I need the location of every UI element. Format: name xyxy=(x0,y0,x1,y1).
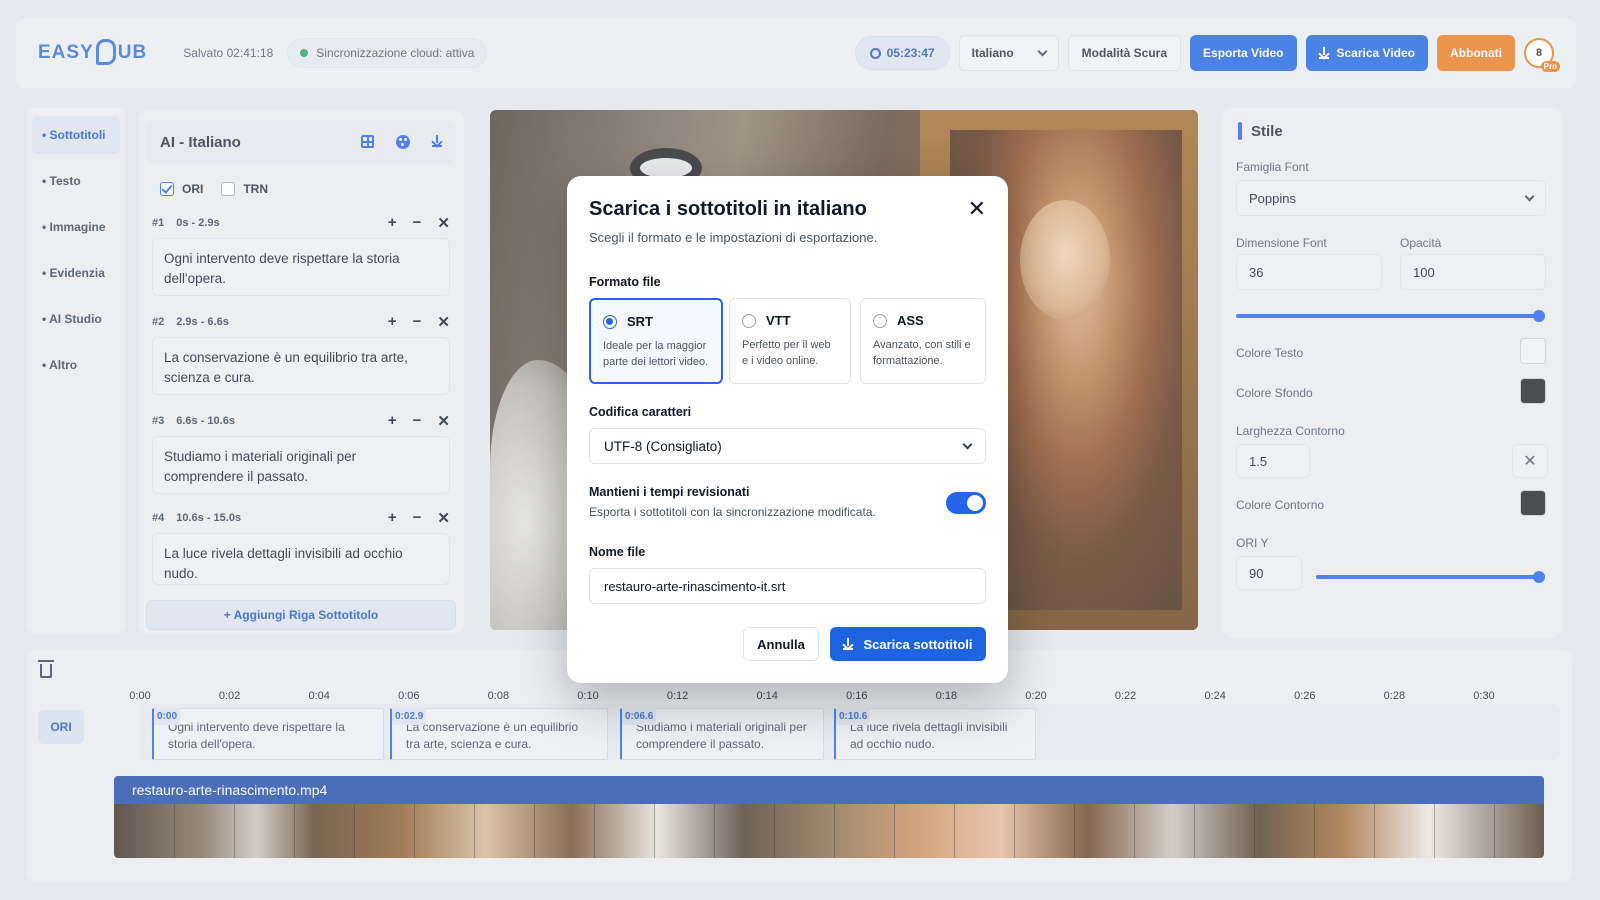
radio-empty-icon xyxy=(873,313,887,328)
keep-timing-desc: Esporta i sottotitoli con la sincronizza… xyxy=(589,505,876,519)
download-icon xyxy=(843,638,854,650)
dialog-subtitle: Scegli il formato e le impostazioni di e… xyxy=(589,230,878,245)
keep-timing-toggle[interactable] xyxy=(946,492,986,514)
radio-empty-icon xyxy=(742,313,756,328)
format-option-ass[interactable]: ASS Avanzato, con stili e formattazione. xyxy=(860,298,986,384)
filename-input[interactable]: restauro-arte-rinascimento-it.srt xyxy=(589,568,986,604)
cancel-button[interactable]: Annulla xyxy=(743,627,819,661)
encoding-value: UTF-8 (Consigliato) xyxy=(604,438,722,454)
radio-selected-icon xyxy=(603,314,617,329)
format-option-vtt[interactable]: VTT Perfetto per il web e i video online… xyxy=(729,298,851,384)
format-desc: Perfetto per il web e i video online. xyxy=(742,339,831,367)
format-name: SRT xyxy=(627,314,653,329)
download-subtitles-dialog: Scarica i sottotitoli in italiano Scegli… xyxy=(567,176,1008,683)
keep-timing-label: Mantieni i tempi revisionati xyxy=(589,485,750,499)
format-option-srt[interactable]: SRT Ideale per la maggior parte dei lett… xyxy=(589,298,723,384)
format-desc: Ideale per la maggior parte dei lettori … xyxy=(603,340,709,368)
encoding-select[interactable]: UTF-8 (Consigliato) xyxy=(589,428,986,464)
chevron-down-icon xyxy=(962,439,973,449)
encoding-label: Codifica caratteri xyxy=(589,405,692,419)
format-label: Formato file xyxy=(589,275,661,289)
close-icon[interactable]: ✕ xyxy=(968,196,986,222)
format-name: ASS xyxy=(897,313,924,328)
filename-label: Nome file xyxy=(589,545,646,559)
format-desc: Avanzato, con stili e formattazione. xyxy=(873,339,971,367)
download-subtitles-label: Scarica sottotitoli xyxy=(863,636,973,652)
download-subtitles-button[interactable]: Scarica sottotitoli xyxy=(830,627,986,661)
dialog-title: Scarica i sottotitoli in italiano xyxy=(589,198,867,220)
format-name: VTT xyxy=(766,313,791,328)
